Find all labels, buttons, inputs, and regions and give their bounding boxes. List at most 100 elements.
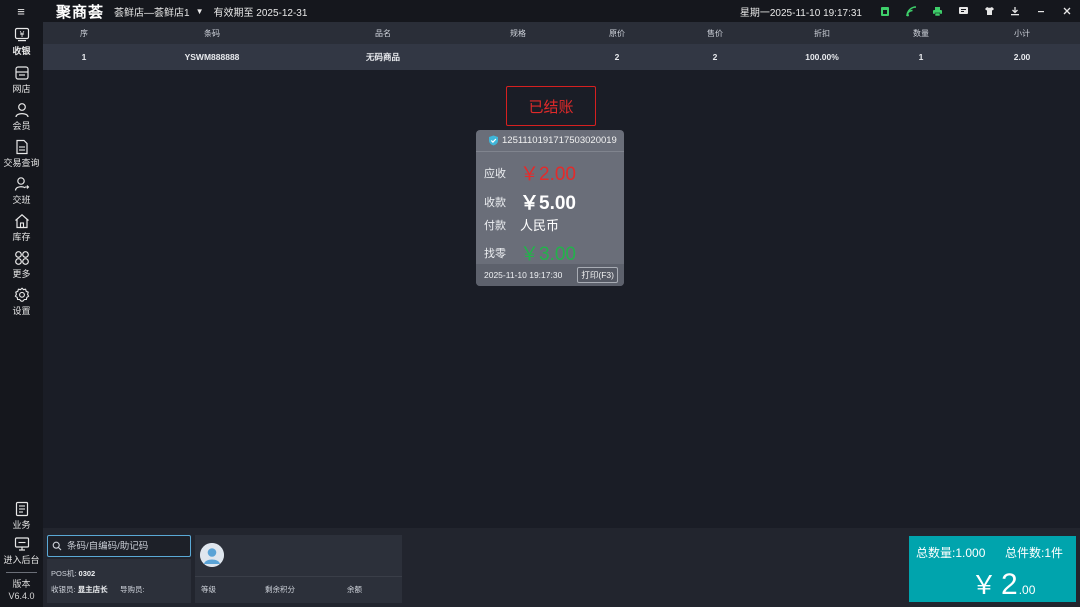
cashier-label: 收银员: — [51, 585, 76, 594]
avatar[interactable] — [200, 543, 224, 567]
sidebar-item-settings[interactable]: 设置 — [0, 284, 43, 320]
pos-value: 0302 — [78, 569, 96, 578]
receipt-card: 1251110191717503020019 应收 ￥2.00 收款 ￥5.00… — [476, 130, 624, 286]
table-row[interactable]: 1 YSWM888888 无码商品 2 2 100.00% 1 2.00 — [43, 44, 1080, 70]
received-label: 收款 — [484, 196, 506, 209]
sidebar-item-shift[interactable]: 交班 — [0, 173, 43, 209]
col-barcode: 条码 — [204, 28, 220, 38]
svg-text:¥: ¥ — [19, 30, 24, 39]
total-integer: 2 — [1001, 568, 1018, 601]
hamburger-menu-icon[interactable]: ≡ — [0, 4, 42, 19]
total-count: 总件数:1件 — [1005, 546, 1064, 560]
sidebar-item-label: 会员 — [12, 121, 31, 131]
sidebar-item-transactions[interactable]: 交易查询 — [0, 136, 43, 172]
close-icon[interactable] — [1054, 0, 1080, 22]
minimize-icon[interactable] — [1028, 0, 1054, 22]
col-spec: 规格 — [510, 28, 526, 38]
sidebar-item-label: 交班 — [12, 195, 31, 205]
pos-info: POS机: 0302 收银员: 显主店长 导购员: — [47, 559, 191, 603]
row-discount: 100.00% — [805, 52, 839, 62]
sidebar-item-backend[interactable]: 进入后台 — [0, 533, 43, 569]
pos-line: POS机: 0302 — [51, 568, 95, 579]
sidebar-item-store[interactable]: 网店 — [0, 62, 43, 98]
backend-icon — [14, 537, 29, 551]
version-label: 版本 — [12, 579, 31, 589]
store-dropdown-icon[interactable]: ▼ — [196, 7, 204, 16]
col-index: 序 — [80, 28, 88, 38]
sidebar-item-business[interactable]: 业务 — [0, 498, 43, 534]
sidebar-item-cashier[interactable]: ¥ 收银 — [0, 24, 43, 60]
sidebar-item-label: 更多 — [12, 269, 31, 279]
sidebar-item-label: 收银 — [12, 46, 31, 56]
row-barcode: YSWM888888 — [184, 52, 240, 62]
payment-method: 人民币 — [520, 218, 560, 233]
search-input[interactable] — [67, 540, 185, 552]
receipt-footer: 2025-11-10 19:17:30 打印(F3) — [476, 264, 624, 286]
total-quantity: 总数量:1.000 — [916, 546, 986, 560]
payment-label: 付款 — [484, 219, 506, 232]
col-subtotal: 小计 — [1014, 28, 1030, 38]
sidebar-item-label: 设置 — [12, 306, 31, 316]
sidebar-item-label: 网店 — [12, 84, 31, 94]
total-currency: ￥ — [971, 570, 998, 600]
printer-icon[interactable] — [924, 0, 950, 22]
print-button[interactable]: 打印(F3) — [577, 267, 618, 283]
payment-line: 付款 人民币 — [484, 215, 559, 234]
sidebar-item-label: 库存 — [12, 232, 31, 242]
guide-label: 导购员: — [120, 585, 145, 594]
table-header: 序 条码 品名 规格 原价 售价 折扣 数量 小计 — [43, 22, 1080, 44]
shift-icon — [14, 177, 29, 191]
col-discount: 折扣 — [814, 28, 830, 38]
store-icon — [14, 66, 29, 80]
paid-stamp: 已结账 — [506, 86, 596, 126]
due-amount: ￥2.00 — [520, 164, 576, 185]
row-quantity: 1 — [918, 52, 924, 62]
col-original-price: 原价 — [609, 28, 625, 38]
sim-card-icon[interactable] — [872, 0, 898, 22]
sidebar-divider — [6, 572, 37, 573]
member-divider — [195, 576, 402, 577]
top-bar: ≡ 聚商荟 荟鲜店—荟鲜店1 ▼ 有效期至 2025-12-31 星期一2025… — [0, 0, 1080, 22]
change-line: 找零 ￥3.00 — [484, 239, 576, 266]
row-name: 无码商品 — [365, 52, 401, 62]
search-icon — [52, 541, 62, 551]
pos-label: POS机: — [51, 569, 77, 578]
member-panel[interactable]: 等级 剩余积分 余额 — [195, 535, 402, 603]
theme-shirt-icon[interactable] — [976, 0, 1002, 22]
member-level-label: 等级 — [201, 585, 216, 594]
order-number: 1251110191717503020019 — [502, 135, 617, 146]
download-icon[interactable] — [1002, 0, 1028, 22]
version-info: 版本 V6.4.0 — [0, 578, 43, 602]
row-original-price: 2 — [614, 52, 620, 62]
search-box[interactable] — [47, 535, 191, 557]
user-avatar-icon — [200, 543, 224, 567]
verified-shield-icon — [489, 135, 498, 146]
datetime: 星期一2025-11-10 19:17:31 — [739, 7, 862, 19]
received-amount: ￥5.00 — [520, 193, 576, 214]
due-label: 应收 — [484, 167, 506, 180]
received-line: 收款 ￥5.00 — [484, 188, 576, 215]
cashier-line: 收银员: 显主店长 — [51, 584, 108, 595]
cashier-value: 显主店长 — [77, 585, 108, 594]
inventory-icon — [14, 214, 29, 229]
change-label: 找零 — [484, 247, 506, 260]
member-balance-label: 余额 — [347, 585, 362, 594]
settings-icon — [14, 287, 29, 302]
sidebar-item-more[interactable]: 更多 — [0, 247, 43, 283]
store-selector[interactable]: 荟鲜店—荟鲜店1 — [114, 4, 190, 19]
sidebar-item-inventory[interactable]: 库存 — [0, 210, 43, 246]
total-panel: 总数量:1.000 总件数:1件 ￥ 2 .00 — [909, 536, 1076, 602]
row-subtotal: 2.00 — [1013, 52, 1031, 62]
sidebar-item-label: 交易查询 — [3, 158, 40, 168]
total-amount: ￥ 2 .00 — [971, 565, 1035, 602]
sidebar-item-label: 进入后台 — [3, 555, 40, 565]
col-name: 品名 — [375, 28, 391, 38]
sidebar-item-member[interactable]: 会员 — [0, 99, 43, 135]
message-icon[interactable] — [950, 0, 976, 22]
business-icon — [15, 501, 28, 517]
expire-date: 有效期至 2025-12-31 — [213, 7, 308, 19]
total-decimal: .00 — [1018, 583, 1036, 597]
network-icon[interactable] — [898, 0, 924, 22]
change-amount: ￥3.00 — [520, 244, 576, 265]
transaction-icon — [15, 139, 28, 155]
